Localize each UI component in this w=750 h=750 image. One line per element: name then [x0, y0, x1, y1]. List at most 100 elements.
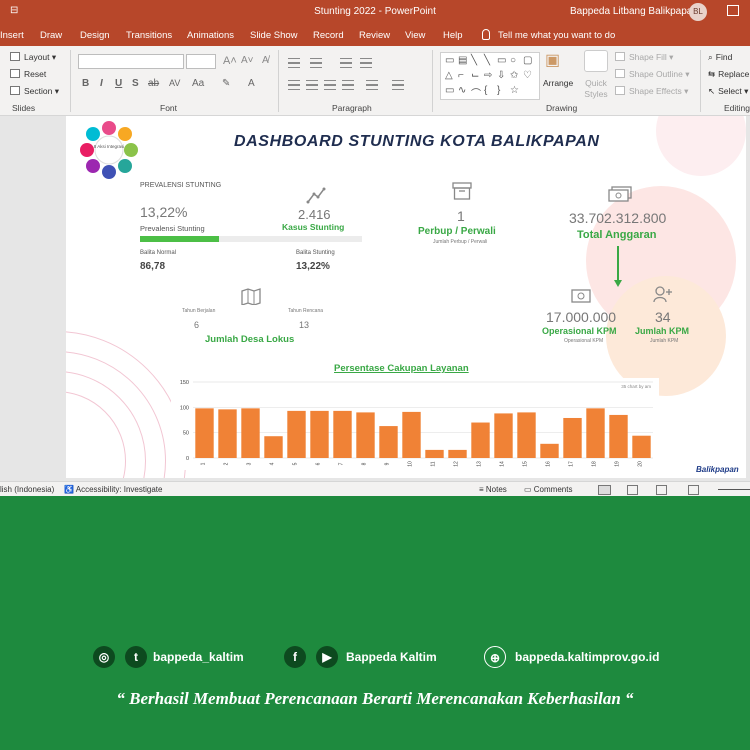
- bar-17: [563, 417, 582, 458]
- comments-label: Comments: [533, 485, 573, 494]
- tab-review[interactable]: Review: [359, 30, 390, 41]
- layout-label: Layout: [24, 52, 50, 62]
- bar-16: [540, 443, 559, 458]
- shape-outline-button[interactable]: Shape Outline ▾: [615, 69, 690, 80]
- reset-button[interactable]: Reset: [10, 69, 46, 79]
- oval-shape-icon[interactable]: ○: [510, 55, 516, 66]
- connector-shape-icon[interactable]: ⌐: [458, 70, 464, 81]
- group-label-drawing: Drawing: [546, 103, 578, 113]
- x-tick-label: 18: [592, 461, 598, 467]
- select-button[interactable]: ↖ Select ▾: [708, 86, 748, 97]
- brace-shape-icon[interactable]: {: [484, 85, 487, 96]
- increase-font-icon[interactable]: A˄: [223, 55, 237, 67]
- social-name: Bappeda Kaltim: [346, 650, 437, 664]
- notes-icon: ≡: [479, 485, 486, 494]
- down-arrow-icon: [614, 246, 622, 287]
- curve-shape-icon[interactable]: ∿: [458, 85, 466, 96]
- slide-sorter-icon[interactable]: [627, 485, 638, 495]
- font-color-icon[interactable]: A: [248, 78, 255, 89]
- notes-button[interactable]: ≡ Notes: [479, 485, 507, 494]
- zoom-slider[interactable]: [718, 489, 750, 490]
- decrease-indent-icon[interactable]: [340, 58, 352, 68]
- font-name-input[interactable]: [78, 54, 184, 69]
- bold-icon[interactable]: B: [82, 78, 89, 89]
- columns-icon[interactable]: [366, 80, 378, 90]
- line-shape-icon[interactable]: ╲: [484, 55, 490, 66]
- restore-window-icon[interactable]: [727, 5, 739, 16]
- language-status[interactable]: lish (Indonesia): [0, 485, 54, 494]
- user-name[interactable]: Bappeda Litbang Balikpapan: [570, 6, 698, 17]
- numbering-icon[interactable]: [310, 58, 322, 68]
- tab-design[interactable]: Design: [80, 30, 110, 41]
- font-size-input[interactable]: [186, 54, 216, 69]
- arrow-shape-icon[interactable]: ⇨: [484, 70, 492, 81]
- x-tick-label: 3: [247, 462, 253, 465]
- decorative-blob: [656, 116, 746, 176]
- text-direction-icon[interactable]: [392, 80, 404, 90]
- rectangle-shape-icon[interactable]: ▭: [497, 55, 506, 66]
- tab-draw[interactable]: Draw: [40, 30, 62, 41]
- rounded-rect-shape-icon[interactable]: ▢: [523, 55, 532, 66]
- find-button[interactable]: ⌕ Find: [708, 52, 732, 63]
- textbox-shape-icon[interactable]: ▤: [458, 55, 467, 66]
- align-center-icon[interactable]: [306, 80, 318, 90]
- accessibility-status[interactable]: ♿ Accessibility: Investigate: [64, 485, 162, 494]
- section-button[interactable]: Section ▾: [10, 86, 59, 97]
- bar-20: [632, 435, 651, 458]
- shape-outline-label: Shape Outline: [629, 69, 683, 79]
- tab-transitions[interactable]: Transitions: [126, 30, 172, 41]
- italic-icon[interactable]: I: [100, 78, 103, 89]
- quick-styles-button[interactable]: Quick Styles: [580, 78, 612, 100]
- tab-slide-show[interactable]: Slide Show: [250, 30, 298, 41]
- clear-format-icon[interactable]: A̸: [262, 55, 269, 66]
- tab-view[interactable]: View: [405, 30, 425, 41]
- shapes-gallery[interactable]: ▭ ▤ ╲ ╲ ▭ ○ ▢ △ ⌐ ⌙ ⇨ ⇩ ✩ ♡ ▭ ∿ ⌒ { } ☆: [440, 52, 540, 100]
- slide[interactable]: 8 Aksi Integrasi DASHBOARD STUNTING KOTA…: [66, 116, 746, 478]
- user-avatar[interactable]: BL: [689, 3, 707, 21]
- reading-view-icon[interactable]: [656, 485, 667, 495]
- line-shape-icon[interactable]: ╲: [471, 55, 477, 66]
- star-shape-icon[interactable]: ✩: [510, 70, 518, 81]
- comments-button[interactable]: ▭ Comments: [524, 485, 572, 494]
- normal-view-icon[interactable]: [598, 485, 611, 495]
- tab-animations[interactable]: Animations: [187, 30, 234, 41]
- tab-insert[interactable]: Insert: [0, 30, 24, 41]
- heart-shape-icon[interactable]: ♡: [523, 70, 532, 81]
- bar-7: [333, 410, 352, 458]
- slideshow-icon[interactable]: [688, 485, 699, 495]
- brace-shape-icon[interactable]: }: [497, 85, 500, 96]
- arrow-shape-icon[interactable]: ⇩: [497, 70, 505, 81]
- shadow-icon[interactable]: S: [132, 78, 139, 89]
- balita-stunting-value: 13,22%: [296, 261, 330, 272]
- align-left-icon[interactable]: [288, 80, 300, 90]
- align-right-icon[interactable]: [324, 80, 336, 90]
- coverage-bar-chart: 0501001501 2 3 4 5 6 7 8 9 10 11 12 13 14 15 16 17 18 19 20…: [171, 378, 659, 470]
- justify-icon[interactable]: [342, 80, 354, 90]
- connector-shape-icon[interactable]: ⌙: [471, 70, 479, 81]
- replace-button[interactable]: ⇆ Replace: [708, 69, 749, 80]
- bullets-icon[interactable]: [288, 58, 300, 68]
- change-case-icon[interactable]: Aa: [192, 78, 204, 89]
- arc-shape-icon[interactable]: ⌒: [471, 85, 481, 100]
- triangle-shape-icon[interactable]: △: [445, 70, 453, 81]
- layout-button[interactable]: Layout ▾: [10, 52, 56, 63]
- decrease-font-icon[interactable]: A˅: [241, 55, 254, 66]
- bar-11: [425, 449, 444, 458]
- tab-help[interactable]: Help: [443, 30, 463, 41]
- tab-record[interactable]: Record: [313, 30, 344, 41]
- rectangle-shape-icon[interactable]: ▭: [445, 85, 454, 96]
- strikethrough-icon[interactable]: ab: [148, 78, 159, 89]
- shape-effects-button[interactable]: Shape Effects ▾: [615, 86, 688, 97]
- increase-indent-icon[interactable]: [360, 58, 372, 68]
- rectangle-shape-icon[interactable]: ▭: [445, 55, 454, 66]
- underline-icon[interactable]: U: [115, 78, 122, 89]
- spacing-icon[interactable]: AV: [169, 78, 180, 88]
- tell-me-search[interactable]: Tell me what you want to do: [482, 29, 615, 41]
- bar-1: [195, 408, 214, 458]
- arrange-button[interactable]: Arrange: [543, 78, 573, 88]
- footer-banner: ◎ t bappeda_kaltim f ▶ Bappeda Kaltim ⊕ …: [0, 496, 750, 750]
- separator: [700, 50, 701, 112]
- star-shape-icon[interactable]: ☆: [510, 85, 519, 96]
- shape-fill-button[interactable]: Shape Fill ▾: [615, 52, 673, 63]
- highlight-icon[interactable]: ✎: [222, 78, 230, 89]
